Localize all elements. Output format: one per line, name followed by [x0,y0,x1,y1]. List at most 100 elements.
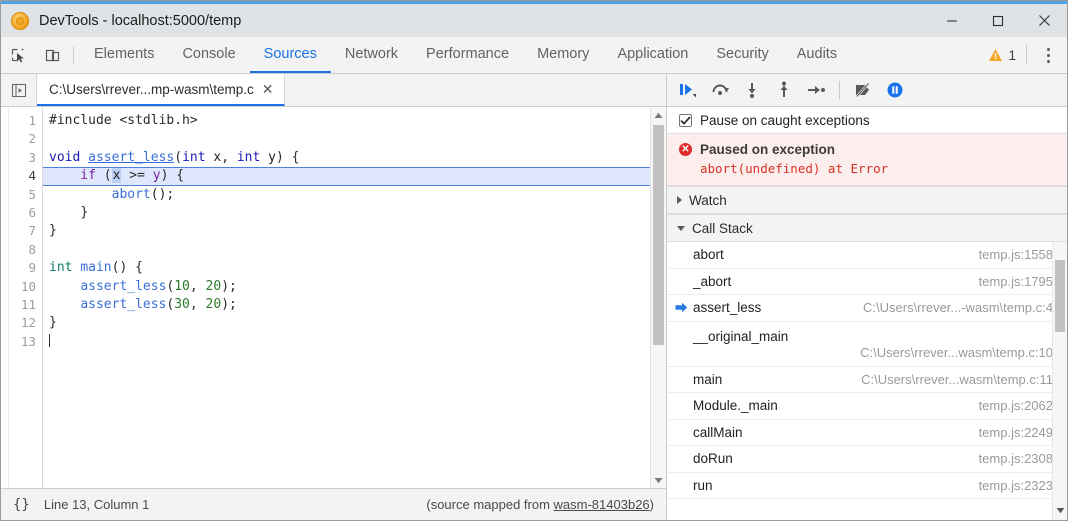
call-stack-scrollbar[interactable] [1052,242,1067,520]
tab-network[interactable]: Network [331,37,412,73]
step-over-button[interactable] [705,76,735,104]
scroll-down-icon[interactable] [651,472,667,488]
file-tab-bar: C:\Users\rrever...mp-wasm\temp.c ✕ [1,74,666,107]
line-number: 2 [9,130,42,148]
frame-name: callMain [693,425,743,440]
device-toolbar-icon[interactable] [35,37,69,73]
scroll-down-icon[interactable] [1052,502,1067,518]
frame-name: _abort [693,274,731,289]
call-stack-frame[interactable]: abort temp.js:1558 [667,242,1067,269]
debugger-toolbar-divider [839,81,840,99]
show-navigator-icon[interactable] [1,74,37,106]
tab-elements[interactable]: Elements [80,37,168,73]
scrollbar-thumb[interactable] [1055,260,1065,332]
call-stack-frame[interactable]: Module._main temp.js:2062 [667,393,1067,420]
exception-title-row: ✕ Paused on exception [679,142,1057,157]
editor-scrollbar[interactable] [650,107,666,488]
line-number: 7 [9,222,42,240]
frame-location: C:\Users\rrever...-wasm\temp.c:4 [863,300,1053,315]
source-map-info: (source mapped from wasm-81403b26) [426,497,654,512]
call-stack-section-header[interactable]: Call Stack [667,214,1067,242]
code-line [43,130,650,148]
tab-security[interactable]: Security [702,37,782,73]
code-line: abort(); [43,186,650,204]
code-line: } [43,204,650,222]
frame-location: C:\Users\rrever...wasm\temp.c:10 [675,345,1053,360]
cursor-position: Line 13, Column 1 [44,497,150,512]
line-number: 11 [9,296,42,314]
close-button[interactable] [1021,4,1067,37]
file-tab-label: C:\Users\rrever...mp-wasm\temp.c [49,82,254,97]
main-content: C:\Users\rrever...mp-wasm\temp.c ✕ 1 2 3… [1,74,1067,520]
title-bar: DevTools - localhost:5000/temp [1,4,1067,37]
source-map-link[interactable]: wasm-81403b26 [554,497,650,512]
file-tab-close-icon[interactable]: ✕ [262,82,274,96]
right-controls-divider [1026,45,1027,65]
inspect-cursor-icon[interactable] [1,37,35,73]
tab-memory[interactable]: Memory [523,37,603,73]
tab-audits[interactable]: Audits [783,37,851,73]
step-button[interactable] [801,76,831,104]
line-number: 4 [9,167,42,185]
minimize-button[interactable] [929,4,975,37]
step-out-button[interactable] [769,76,799,104]
call-stack-frame[interactable]: callMain temp.js:2249 [667,420,1067,447]
call-stack-frame[interactable]: run temp.js:2323 [667,473,1067,500]
chevron-down-icon [677,226,685,231]
scroll-up-icon[interactable] [651,107,667,123]
execution-marker-strip [1,107,9,488]
window-controls [929,4,1067,37]
frame-location: temp.js:2323 [979,478,1053,493]
code-line [43,241,650,259]
call-stack-frame[interactable]: __original_main C:\Users\rrever...wasm\t… [667,322,1067,367]
frame-location: C:\Users\rrever...wasm\temp.c:11 [861,372,1053,387]
code-line: int main() { [43,259,650,277]
scrollbar-thumb[interactable] [653,125,664,345]
step-into-button[interactable] [737,76,767,104]
code-content[interactable]: #include <stdlib.h> void assert_less(int… [43,107,650,488]
frame-name: main [693,372,722,387]
pause-on-caught-exceptions-checkbox[interactable] [679,114,692,127]
watch-section-header[interactable]: Watch [667,186,1067,214]
tab-sources[interactable]: Sources [250,37,331,73]
frame-location: temp.js:2308 [979,451,1053,466]
error-circle-icon: ✕ [679,143,692,156]
call-stack-frame[interactable]: _abort temp.js:1795 [667,269,1067,296]
frame-name: run [693,478,713,493]
line-number: 13 [9,333,42,351]
frame-location: temp.js:2062 [979,398,1053,413]
resume-button[interactable] [673,76,703,104]
frame-name: abort [693,247,724,262]
kebab-menu-icon[interactable] [1037,48,1059,63]
call-stack-frame-active[interactable]: assert_less C:\Users\rrever...-wasm\temp… [667,295,1067,322]
frame-name: __original_main [693,329,788,344]
warning-badge[interactable]: 1 [988,48,1016,63]
tab-application[interactable]: Application [603,37,702,73]
debugger-panel: Pause on caught exceptions ✕ Paused on e… [667,74,1067,520]
line-number: 9 [9,259,42,277]
frame-name: Module._main [693,398,778,413]
call-stack-frame[interactable]: doRun temp.js:2308 [667,446,1067,473]
tab-console[interactable]: Console [168,37,249,73]
line-number: 3 [9,149,42,167]
call-stack-frame[interactable]: main C:\Users\rrever...wasm\temp.c:11 [667,367,1067,394]
exception-detail: abort(undefined) at Error [679,161,1057,176]
pause-on-exceptions-button[interactable] [880,76,910,104]
deactivate-breakpoints-button[interactable] [848,76,878,104]
maximize-button[interactable] [975,4,1021,37]
line-number: 12 [9,314,42,332]
call-stack-label: Call Stack [692,221,753,236]
scrollbar-track[interactable] [651,123,666,472]
call-stack-list[interactable]: abort temp.js:1558 _abort temp.js:1795 a… [667,242,1067,520]
pretty-print-icon[interactable]: {} [13,497,30,513]
sources-panel: C:\Users\rrever...mp-wasm\temp.c ✕ 1 2 3… [1,74,667,520]
code-line [43,333,650,351]
source-map-prefix: (source mapped from [426,497,553,512]
tab-performance[interactable]: Performance [412,37,523,73]
line-number-gutter: 1 2 3 4 5 6 7 8 9 10 11 12 13 [9,107,43,488]
pause-on-caught-exceptions-row[interactable]: Pause on caught exceptions [667,107,1067,134]
devtools-window: DevTools - localhost:5000/temp [0,0,1068,521]
code-editor[interactable]: 1 2 3 4 5 6 7 8 9 10 11 12 13 #include <… [1,107,666,488]
file-tab-temp-c[interactable]: C:\Users\rrever...mp-wasm\temp.c ✕ [37,74,285,106]
exception-title: Paused on exception [700,142,835,157]
